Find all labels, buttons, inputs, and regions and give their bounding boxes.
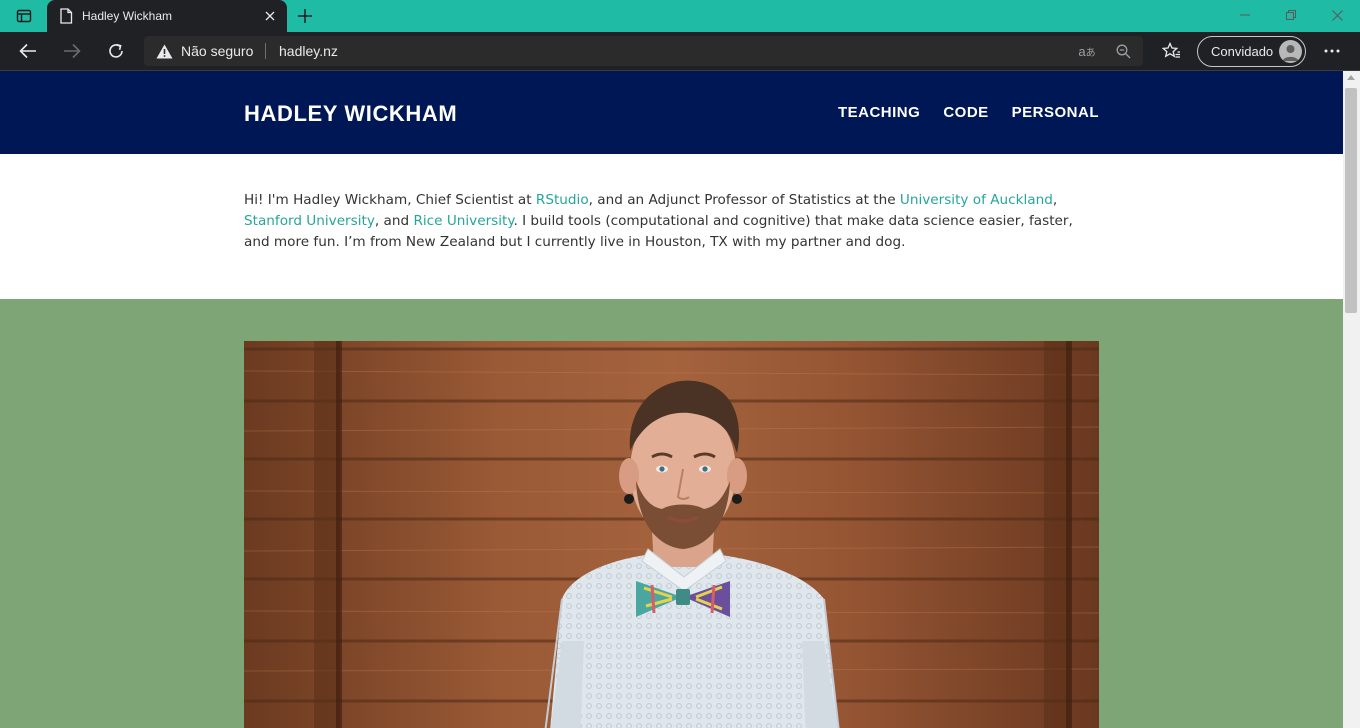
rstudio-link[interactable]: RStudio xyxy=(536,192,589,208)
auckland-link[interactable]: University of Auckland xyxy=(900,192,1053,208)
close-icon xyxy=(1331,9,1343,21)
plus-icon xyxy=(298,9,312,23)
read-aloud-button[interactable]: aあ xyxy=(1076,41,1098,61)
page-scrollbar[interactable] xyxy=(1343,71,1360,728)
tab-title: Hadley Wickham xyxy=(82,9,173,23)
scroll-up-arrow-icon[interactable] xyxy=(1347,75,1355,80)
profile-label: Convidado xyxy=(1211,44,1274,59)
intro-text: Hi! I'm Hadley Wickham, Chief Scientist … xyxy=(244,192,536,208)
close-window-button[interactable] xyxy=(1314,0,1360,30)
minimize-icon xyxy=(1240,14,1250,16)
reload-icon xyxy=(109,43,123,58)
back-button[interactable] xyxy=(12,36,44,66)
intro-paragraph: Hi! I'm Hadley Wickham, Chief Scientist … xyxy=(244,190,1099,253)
site-nav: TEACHING CODE PERSONAL xyxy=(838,104,1099,121)
nav-personal[interactable]: PERSONAL xyxy=(1012,104,1099,121)
browser-toolbar: Não seguro hadley.nz aあ Convidado xyxy=(0,32,1360,71)
intro-text: , and xyxy=(374,213,414,229)
close-icon xyxy=(265,11,275,21)
zoom-out-icon xyxy=(1116,44,1130,58)
new-tab-button[interactable] xyxy=(292,4,318,28)
profile-photo xyxy=(244,341,1099,728)
warning-icon xyxy=(156,44,173,58)
nav-code[interactable]: CODE xyxy=(943,104,988,121)
settings-more-button[interactable] xyxy=(1316,36,1348,66)
person-icon xyxy=(1282,45,1299,61)
intro-text: , xyxy=(1052,192,1058,208)
restore-icon xyxy=(1286,10,1296,20)
security-indicator[interactable]: Não seguro xyxy=(156,36,253,66)
arrow-right-icon xyxy=(64,43,81,59)
address-divider xyxy=(265,43,266,59)
more-icon xyxy=(1324,49,1340,53)
page-viewport: HADLEY WICKHAM TEACHING CODE PERSONAL Hi… xyxy=(0,71,1343,728)
restore-button[interactable] xyxy=(1268,0,1314,30)
reload-button[interactable] xyxy=(100,36,132,66)
favorites-button[interactable] xyxy=(1155,36,1187,66)
site-title[interactable]: HADLEY WICKHAM xyxy=(244,101,457,127)
active-tab[interactable]: Hadley Wickham xyxy=(47,0,287,32)
favorites-icon xyxy=(1161,42,1180,58)
portrait-image xyxy=(244,341,1099,728)
forward-button[interactable] xyxy=(56,36,88,66)
tab-strip: Hadley Wickham xyxy=(0,0,1360,32)
page-icon xyxy=(60,8,73,24)
tab-close-button[interactable] xyxy=(261,7,279,25)
nav-teaching[interactable]: TEACHING xyxy=(838,104,920,121)
avatar xyxy=(1279,40,1302,63)
tab-actions-icon xyxy=(16,9,32,23)
intro-text: , and an Adjunct Professor of Statistics… xyxy=(588,192,900,208)
tab-actions-button[interactable] xyxy=(10,5,38,27)
intro-section: Hi! I'm Hadley Wickham, Chief Scientist … xyxy=(0,154,1343,299)
stanford-link[interactable]: Stanford University xyxy=(244,213,375,229)
url-text[interactable]: hadley.nz xyxy=(279,36,338,66)
rice-link[interactable]: Rice University xyxy=(413,213,513,229)
security-label: Não seguro xyxy=(181,43,254,59)
arrow-left-icon xyxy=(19,43,36,59)
site-header: HADLEY WICKHAM TEACHING CODE PERSONAL xyxy=(0,71,1343,154)
minimize-button[interactable] xyxy=(1222,0,1268,30)
scroll-thumb[interactable] xyxy=(1345,88,1357,313)
translate-icon: aあ xyxy=(1078,43,1096,59)
profile-button[interactable]: Convidado xyxy=(1197,36,1306,67)
address-bar[interactable]: Não seguro hadley.nz aあ xyxy=(144,36,1143,66)
zoom-button[interactable] xyxy=(1112,41,1134,61)
